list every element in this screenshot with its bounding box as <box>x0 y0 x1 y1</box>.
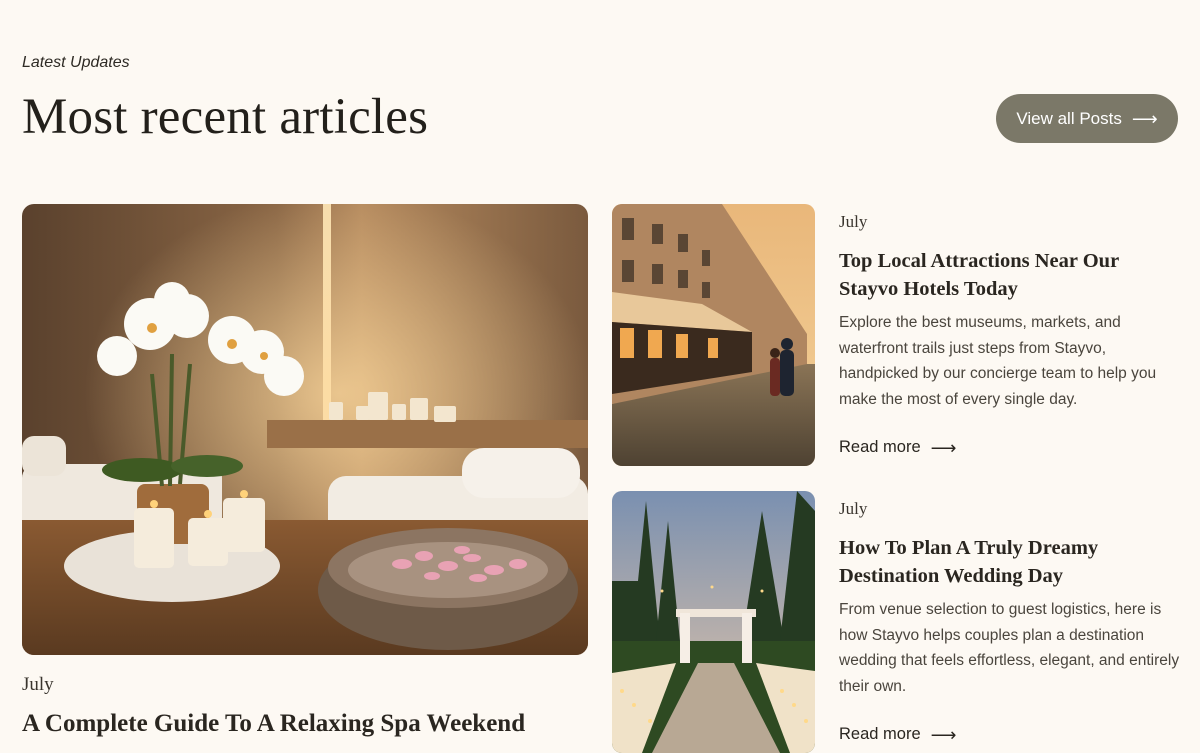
featured-article-image[interactable] <box>22 204 588 655</box>
view-all-posts-button[interactable]: View all Posts ⟶ <box>996 94 1178 143</box>
article-1-date: July <box>839 212 868 231</box>
read-more-label: Read more <box>839 438 921 456</box>
arrow-right-icon: ⟶ <box>930 724 957 745</box>
wall-shelf <box>267 420 588 448</box>
article-2-excerpt: From venue selection to guest logistics,… <box>839 601 1180 695</box>
read-more-label: Read more <box>839 725 921 743</box>
article-1-excerpt: Explore the best museums, markets, and w… <box>839 314 1157 408</box>
view-all-label: View all Posts <box>1016 108 1122 128</box>
article-2-date: July <box>839 499 868 518</box>
featured-article-date: July <box>22 674 54 695</box>
article-2-image[interactable] <box>612 491 815 753</box>
article-1-title[interactable]: Top Local Attractions Near Our Stayvo Ho… <box>839 247 1179 303</box>
article-1-read-more[interactable]: Read more ⟶ <box>839 438 956 457</box>
arrow-right-icon: ⟶ <box>930 437 957 458</box>
article-2-read-more[interactable]: Read more ⟶ <box>839 725 956 744</box>
featured-article-title[interactable]: A Complete Guide To A Relaxing Spa Weeke… <box>22 710 525 738</box>
article-1-image[interactable] <box>612 204 815 466</box>
article-2-title[interactable]: How To Plan A Truly Dreamy Destination W… <box>839 534 1179 590</box>
page-title: Most recent articles <box>22 89 429 145</box>
arrow-right-icon: ⟶ <box>1131 108 1158 129</box>
section-eyebrow: Latest Updates <box>22 54 130 71</box>
